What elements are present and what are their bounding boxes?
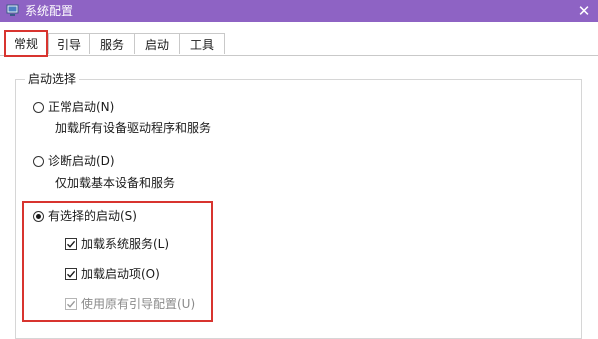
load-system-services-checkbox[interactable]: 加载系统服务(L): [65, 237, 169, 251]
radio-circle-icon: [33, 155, 44, 167]
diagnostic-startup-radio[interactable]: 诊断启动(D): [33, 154, 115, 168]
checkbox-checked-icon: [65, 238, 77, 250]
tab-label: 服务: [99, 37, 124, 52]
tab-tools[interactable]: 工具: [179, 33, 225, 54]
selective-startup-radio[interactable]: 有选择的启动(S): [33, 209, 137, 223]
tab-label: 引导: [56, 37, 81, 52]
radio-label: 正常启动(N): [48, 100, 115, 114]
tab-general[interactable]: 常规: [4, 30, 48, 57]
tab-label: 工具: [189, 37, 214, 52]
checkbox-label: 加载系统服务(L): [81, 237, 170, 251]
use-original-boot-config-checkbox: 使用原有引导配置(U): [65, 297, 195, 311]
radio-selected-icon: [33, 210, 44, 222]
tab-strip: 常规 引导 服务 启动 工具: [0, 22, 598, 57]
checkbox-checked-disabled-icon: [65, 298, 77, 310]
radio-label: 诊断启动(D): [48, 154, 115, 168]
system-config-icon: [6, 4, 19, 16]
checkbox-label: 使用原有引导配置(U): [81, 297, 196, 311]
window-title: 系统配置: [25, 4, 74, 18]
tab-label: 常规: [13, 37, 38, 51]
close-button[interactable]: ✕: [570, 0, 598, 22]
load-startup-items-checkbox[interactable]: 加载启动项(O): [65, 267, 160, 281]
group-legend: 启动选择: [25, 72, 80, 86]
checkbox-checked-icon: [65, 268, 77, 280]
normal-startup-description: 加载所有设备驱动程序和服务: [55, 121, 212, 135]
radio-label: 有选择的启动(S): [48, 209, 137, 223]
tab-startup[interactable]: 启动: [134, 33, 180, 54]
tab-label: 启动: [144, 37, 169, 52]
tab-boot[interactable]: 引导: [48, 33, 90, 54]
normal-startup-radio[interactable]: 正常启动(N): [33, 100, 114, 114]
tab-services[interactable]: 服务: [89, 33, 135, 54]
diagnostic-startup-description: 仅加载基本设备和服务: [55, 176, 176, 190]
radio-circle-icon: [33, 101, 44, 113]
title-bar: 系统配置 ✕: [0, 0, 598, 22]
close-icon: ✕: [577, 2, 591, 20]
checkbox-label: 加载启动项(O): [81, 267, 160, 281]
